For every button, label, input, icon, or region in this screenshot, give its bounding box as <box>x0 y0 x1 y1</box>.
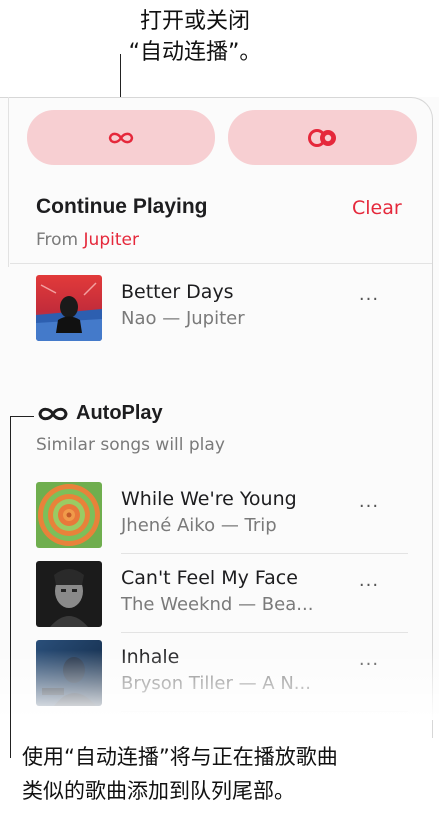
song-title: While We're Young <box>121 488 297 510</box>
callout-bottom-line-1: 使用“自动连播”将与正在播放歌曲 <box>22 745 338 769</box>
repeat-toggle-icon <box>307 128 336 147</box>
song-artist-album: The Weeknd — Bea... <box>121 594 314 615</box>
panel-left-edge <box>8 97 9 267</box>
more-options-button[interactable]: ··· <box>356 575 382 596</box>
callout-top-line-2: “自动连播”。 <box>128 40 262 65</box>
autoplay-toggle-button[interactable] <box>27 110 215 165</box>
autoplay-subtitle: Similar songs will play <box>36 435 225 455</box>
section-divider <box>10 263 432 264</box>
playing-next-panel: Continue Playing Clear From Jupiter Bett… <box>0 97 439 717</box>
row-divider <box>121 632 408 633</box>
callout-top-line-1: 打开或关闭 <box>139 9 250 34</box>
album-art-a-n <box>36 640 102 706</box>
song-title: Can't Feel My Face <box>121 567 298 589</box>
callout-leader-line <box>10 416 11 758</box>
autoplay-row[interactable]: Can't Feel My Face The Weeknd — Bea... ·… <box>0 561 439 633</box>
more-options-button[interactable]: ··· <box>356 496 382 517</box>
more-options-button[interactable]: ··· <box>356 654 382 675</box>
callout-bottom-line-2: 类似的歌曲添加到队列尾部。 <box>22 779 295 803</box>
row-divider <box>121 711 408 712</box>
continue-playing-title: Continue Playing <box>36 195 208 218</box>
infinity-icon <box>108 132 134 143</box>
callout-leader-line <box>10 416 34 417</box>
callout-autoplay-description: 使用“自动连播”将与正在播放歌曲 类似的歌曲添加到队列尾部。 <box>22 740 437 808</box>
autoplay-section-title: AutoPlay <box>36 402 163 425</box>
clear-button[interactable]: Clear <box>352 197 402 219</box>
song-artist-album: Nao — Jupiter <box>121 308 245 329</box>
repeat-toggle-button[interactable] <box>228 110 417 165</box>
more-options-button[interactable]: ··· <box>356 289 382 310</box>
from-source-link[interactable]: Jupiter <box>84 230 139 250</box>
infinity-icon <box>38 407 68 420</box>
callout-autoplay-toggle: 打开或关闭 “自动连播”。 <box>95 6 295 68</box>
continue-playing-source: From Jupiter <box>36 230 139 250</box>
song-artist-album: Jhené Aiko — Trip <box>121 515 277 536</box>
autoplay-row[interactable]: While We're Young Jhené Aiko — Trip ··· <box>0 482 439 554</box>
album-art-better-days <box>36 275 102 341</box>
from-prefix: From <box>36 230 79 250</box>
song-title: Inhale <box>121 646 180 668</box>
autoplay-title-text: AutoPlay <box>76 402 163 424</box>
album-art-beauty-behind-the-madness <box>36 561 102 627</box>
queue-row[interactable]: Better Days Nao — Jupiter ··· <box>0 275 439 347</box>
row-divider <box>121 553 408 554</box>
song-artist-album: Bryson Tiller — A N... <box>121 673 311 694</box>
autoplay-row[interactable]: Inhale Bryson Tiller — A N... ··· <box>0 640 439 712</box>
album-art-trip <box>36 482 102 548</box>
song-title: Better Days <box>121 281 234 303</box>
